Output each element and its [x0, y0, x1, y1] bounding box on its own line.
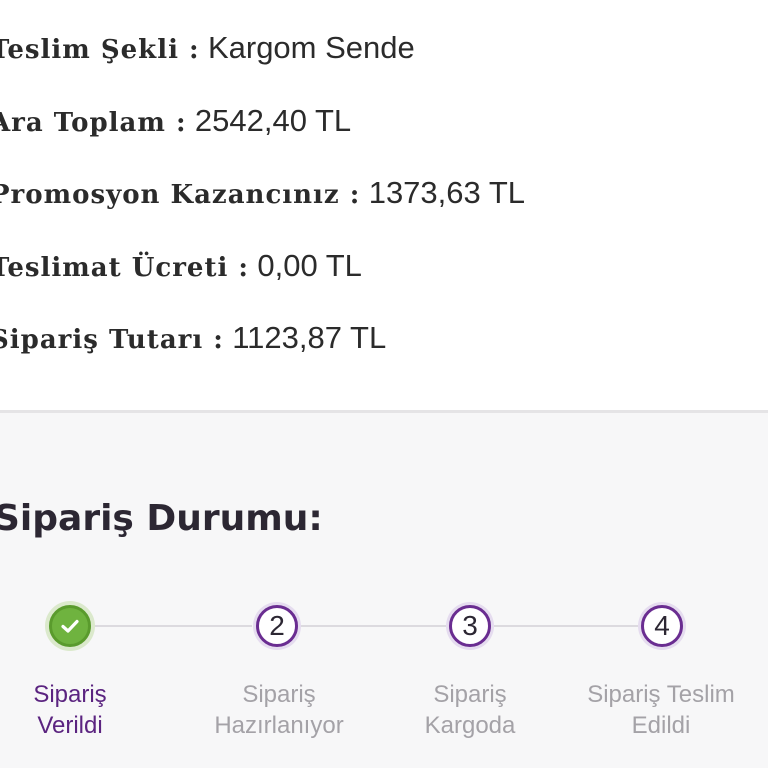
order-status-panel: Sipariş Durumu: 2 3 4 Sipariş Verildi Si… [0, 413, 768, 768]
step-2-label-line2: Hazırlanıyor [214, 712, 344, 739]
step-1-label: Sipariş Verildi [0, 679, 160, 741]
delivery-method-value: Kargom Sende [207, 30, 415, 65]
step-4-label-line1: Sipariş Teslim [587, 681, 735, 708]
delivery-method-row: Teslim Şekli : Kargom Sende [0, 28, 415, 70]
check-icon [61, 619, 79, 633]
delivery-fee-label: Teslimat Ücreti : [0, 253, 249, 283]
step-1-label-line2: Verildi [37, 712, 103, 739]
order-total-value: 1123,87 TL [232, 320, 387, 355]
order-status-title: Sipariş Durumu: [0, 498, 323, 539]
delivery-fee-value: 0,00 TL [257, 248, 362, 283]
step-2-label: Sipariş Hazırlanıyor [189, 679, 369, 741]
step-1-marker [49, 605, 91, 647]
step-3-marker: 3 [449, 605, 491, 647]
subtotal-label: Ara Toplam : [0, 108, 187, 138]
step-3-label: Sipariş Kargoda [380, 679, 560, 741]
order-total-label: Sipariş Tutarı : [0, 325, 224, 355]
progress-connector [300, 625, 446, 627]
delivery-fee-row: Teslimat Ücreti : 0,00 TL [0, 246, 362, 288]
progress-connector [494, 625, 638, 627]
step-4-label: Sipariş Teslim Edildi [571, 679, 751, 741]
step-2-label-line1: Sipariş [242, 681, 316, 708]
step-3-label-line2: Kargoda [424, 712, 516, 739]
step-2-marker: 2 [256, 605, 298, 647]
subtotal-value: 2542,40 TL [194, 103, 352, 138]
promotion-savings-row: Promosyon Kazancınız : 1373,63 TL [0, 173, 525, 215]
promotion-savings-label: Promosyon Kazancınız : [0, 180, 361, 210]
order-summary: Teslim Şekli : Kargom Sende Ara Toplam :… [0, 0, 768, 410]
order-total-row: Sipariş Tutarı : 1123,87 TL [0, 318, 386, 360]
promotion-savings-value: 1373,63 TL [368, 175, 525, 210]
delivery-method-label: Teslim Şekli : [0, 35, 200, 65]
progress-connector [92, 625, 252, 627]
step-1-label-line1: Sipariş [33, 681, 107, 708]
step-4-marker: 4 [641, 605, 683, 647]
step-3-label-line1: Sipariş [433, 681, 507, 708]
subtotal-row: Ara Toplam : 2542,40 TL [0, 101, 351, 143]
step-4-label-line2: Edildi [631, 712, 691, 739]
